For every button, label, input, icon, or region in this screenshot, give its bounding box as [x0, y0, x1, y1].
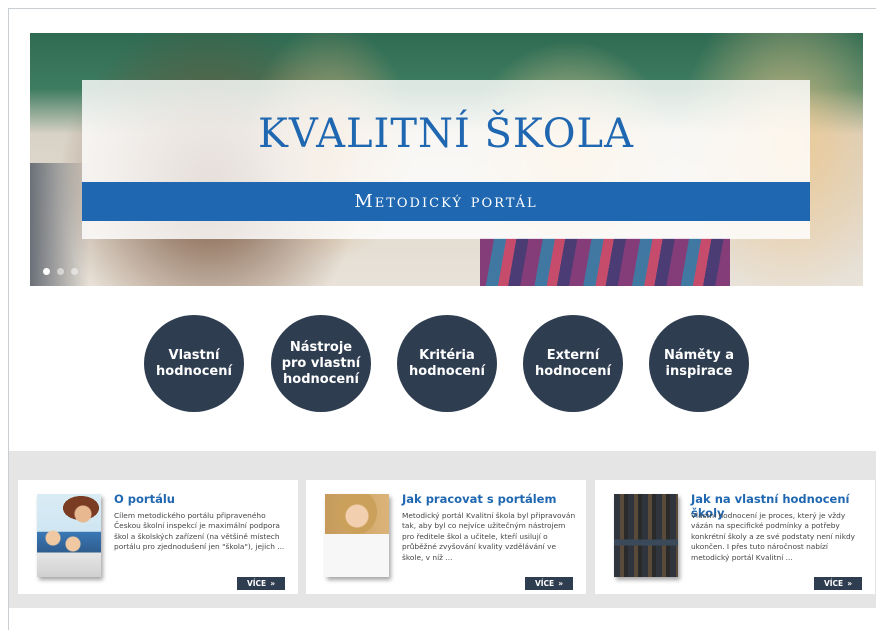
more-button[interactable]: VÍCE » [814, 577, 862, 590]
nav-circle-nastroje[interactable]: Nástroje pro vlastní hodnocení [271, 315, 371, 412]
nav-circle-label: Náměty a inspirace [663, 347, 734, 379]
more-button[interactable]: VÍCE » [525, 577, 573, 590]
card-title[interactable]: O portálu [114, 492, 175, 506]
nav-circle-namety[interactable]: Náměty a inspirace [649, 315, 749, 412]
hero-banner: KVALITNÍ ŠKOLA Metodický portál [30, 33, 863, 286]
card-text: Vlastní hodnocení je proces, který je vž… [691, 511, 856, 562]
double-chevron-right-icon: » [847, 579, 853, 588]
nav-circle-label: Kritéria hodnocení [409, 347, 485, 379]
card-thumbnail-image [614, 494, 678, 577]
slider-dot-2[interactable] [57, 268, 64, 275]
card-text: Cílem metodického portálu připraveného Č… [114, 511, 285, 552]
nav-circle-label: Vlastní hodnocení [156, 347, 232, 379]
hero-subtitle: Metodický portál [354, 191, 538, 212]
card-vlastni-hodnoceni-skoly: Jak na vlastní hodnocení školy Vlastní h… [595, 480, 875, 594]
nav-circle-vlastni-hodnoceni[interactable]: Vlastní hodnocení [144, 315, 244, 412]
card-text: Metodický portál Kvalitní škola byl přip… [402, 511, 576, 562]
hero-subtitle-band: Metodický portál [82, 182, 810, 221]
nav-circle-label: Externí hodnocení [535, 347, 611, 379]
slider-dot-3[interactable] [71, 268, 78, 275]
nav-circle-label: Nástroje pro vlastní hodnocení [281, 339, 361, 387]
more-button[interactable]: VÍCE » [237, 577, 285, 590]
more-label: VÍCE [534, 579, 555, 588]
more-label: VÍCE [246, 579, 267, 588]
card-jak-pracovat: Jak pracovat s portálem Metodický portál… [306, 480, 586, 594]
double-chevron-right-icon: » [558, 579, 564, 588]
hero-title: KVALITNÍ ŠKOLA [258, 111, 634, 157]
card-o-portalu: O portálu Cílem metodického portálu přip… [18, 480, 298, 594]
double-chevron-right-icon: » [270, 579, 276, 588]
card-title[interactable]: Jak pracovat s portálem [402, 492, 556, 506]
card-thumbnail-image [325, 494, 389, 577]
more-label: VÍCE [823, 579, 844, 588]
card-thumbnail-image [37, 494, 101, 577]
nav-circle-externi-hodnoceni[interactable]: Externí hodnocení [523, 315, 623, 412]
hero-photo-detail [480, 238, 730, 286]
slider-dots [43, 268, 78, 275]
nav-circle-kriteria[interactable]: Kritéria hodnocení [397, 315, 497, 412]
slider-dot-1[interactable] [43, 268, 50, 275]
